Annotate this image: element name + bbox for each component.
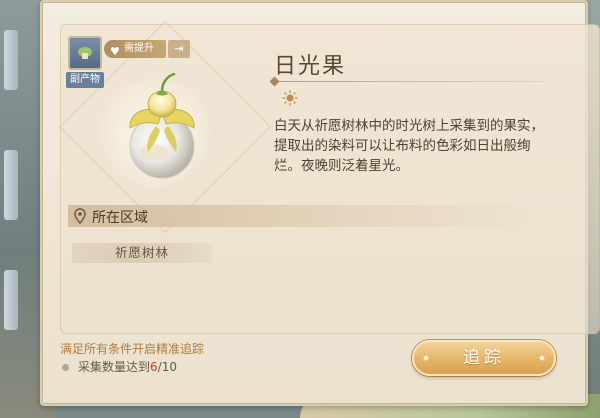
track-button[interactable]: 追踪	[412, 340, 556, 376]
location-pin-icon	[74, 208, 86, 224]
condition-total: /10	[157, 360, 177, 374]
background-tab	[4, 270, 18, 330]
upgrade-goto-button[interactable]: ⇥	[168, 40, 190, 58]
item-description: 白天从祈愿树林中的时光树上采集到的果实，提取出的染料可以让布料的色彩如日出般绚烂…	[274, 118, 544, 174]
region-item[interactable]: 祈愿树林	[72, 243, 212, 263]
byproduct-label: 副产物	[66, 72, 104, 88]
upgrade-label: 需提升	[124, 43, 154, 54]
upgrade-required-tag[interactable]: ♥ 需提升	[104, 40, 166, 58]
region-title: 所在区域	[92, 210, 148, 226]
background-tab	[4, 150, 18, 220]
condition-bullet	[62, 364, 69, 371]
sun-icon	[282, 90, 298, 106]
condition-label: 采集数量达到	[78, 360, 151, 374]
leaf-box-icon	[78, 47, 92, 59]
condition-text: 采集数量达到6/10	[78, 358, 177, 375]
item-title: 日光果	[274, 54, 347, 79]
item-image	[129, 72, 195, 179]
title-divider	[274, 81, 544, 82]
tracking-condition-title: 满足所有条件开启精准追踪	[60, 342, 205, 356]
byproduct-badge	[68, 36, 102, 70]
heart-icon: ♥	[110, 45, 120, 58]
condition-progress: 6	[150, 360, 158, 374]
background-tab	[4, 30, 18, 90]
